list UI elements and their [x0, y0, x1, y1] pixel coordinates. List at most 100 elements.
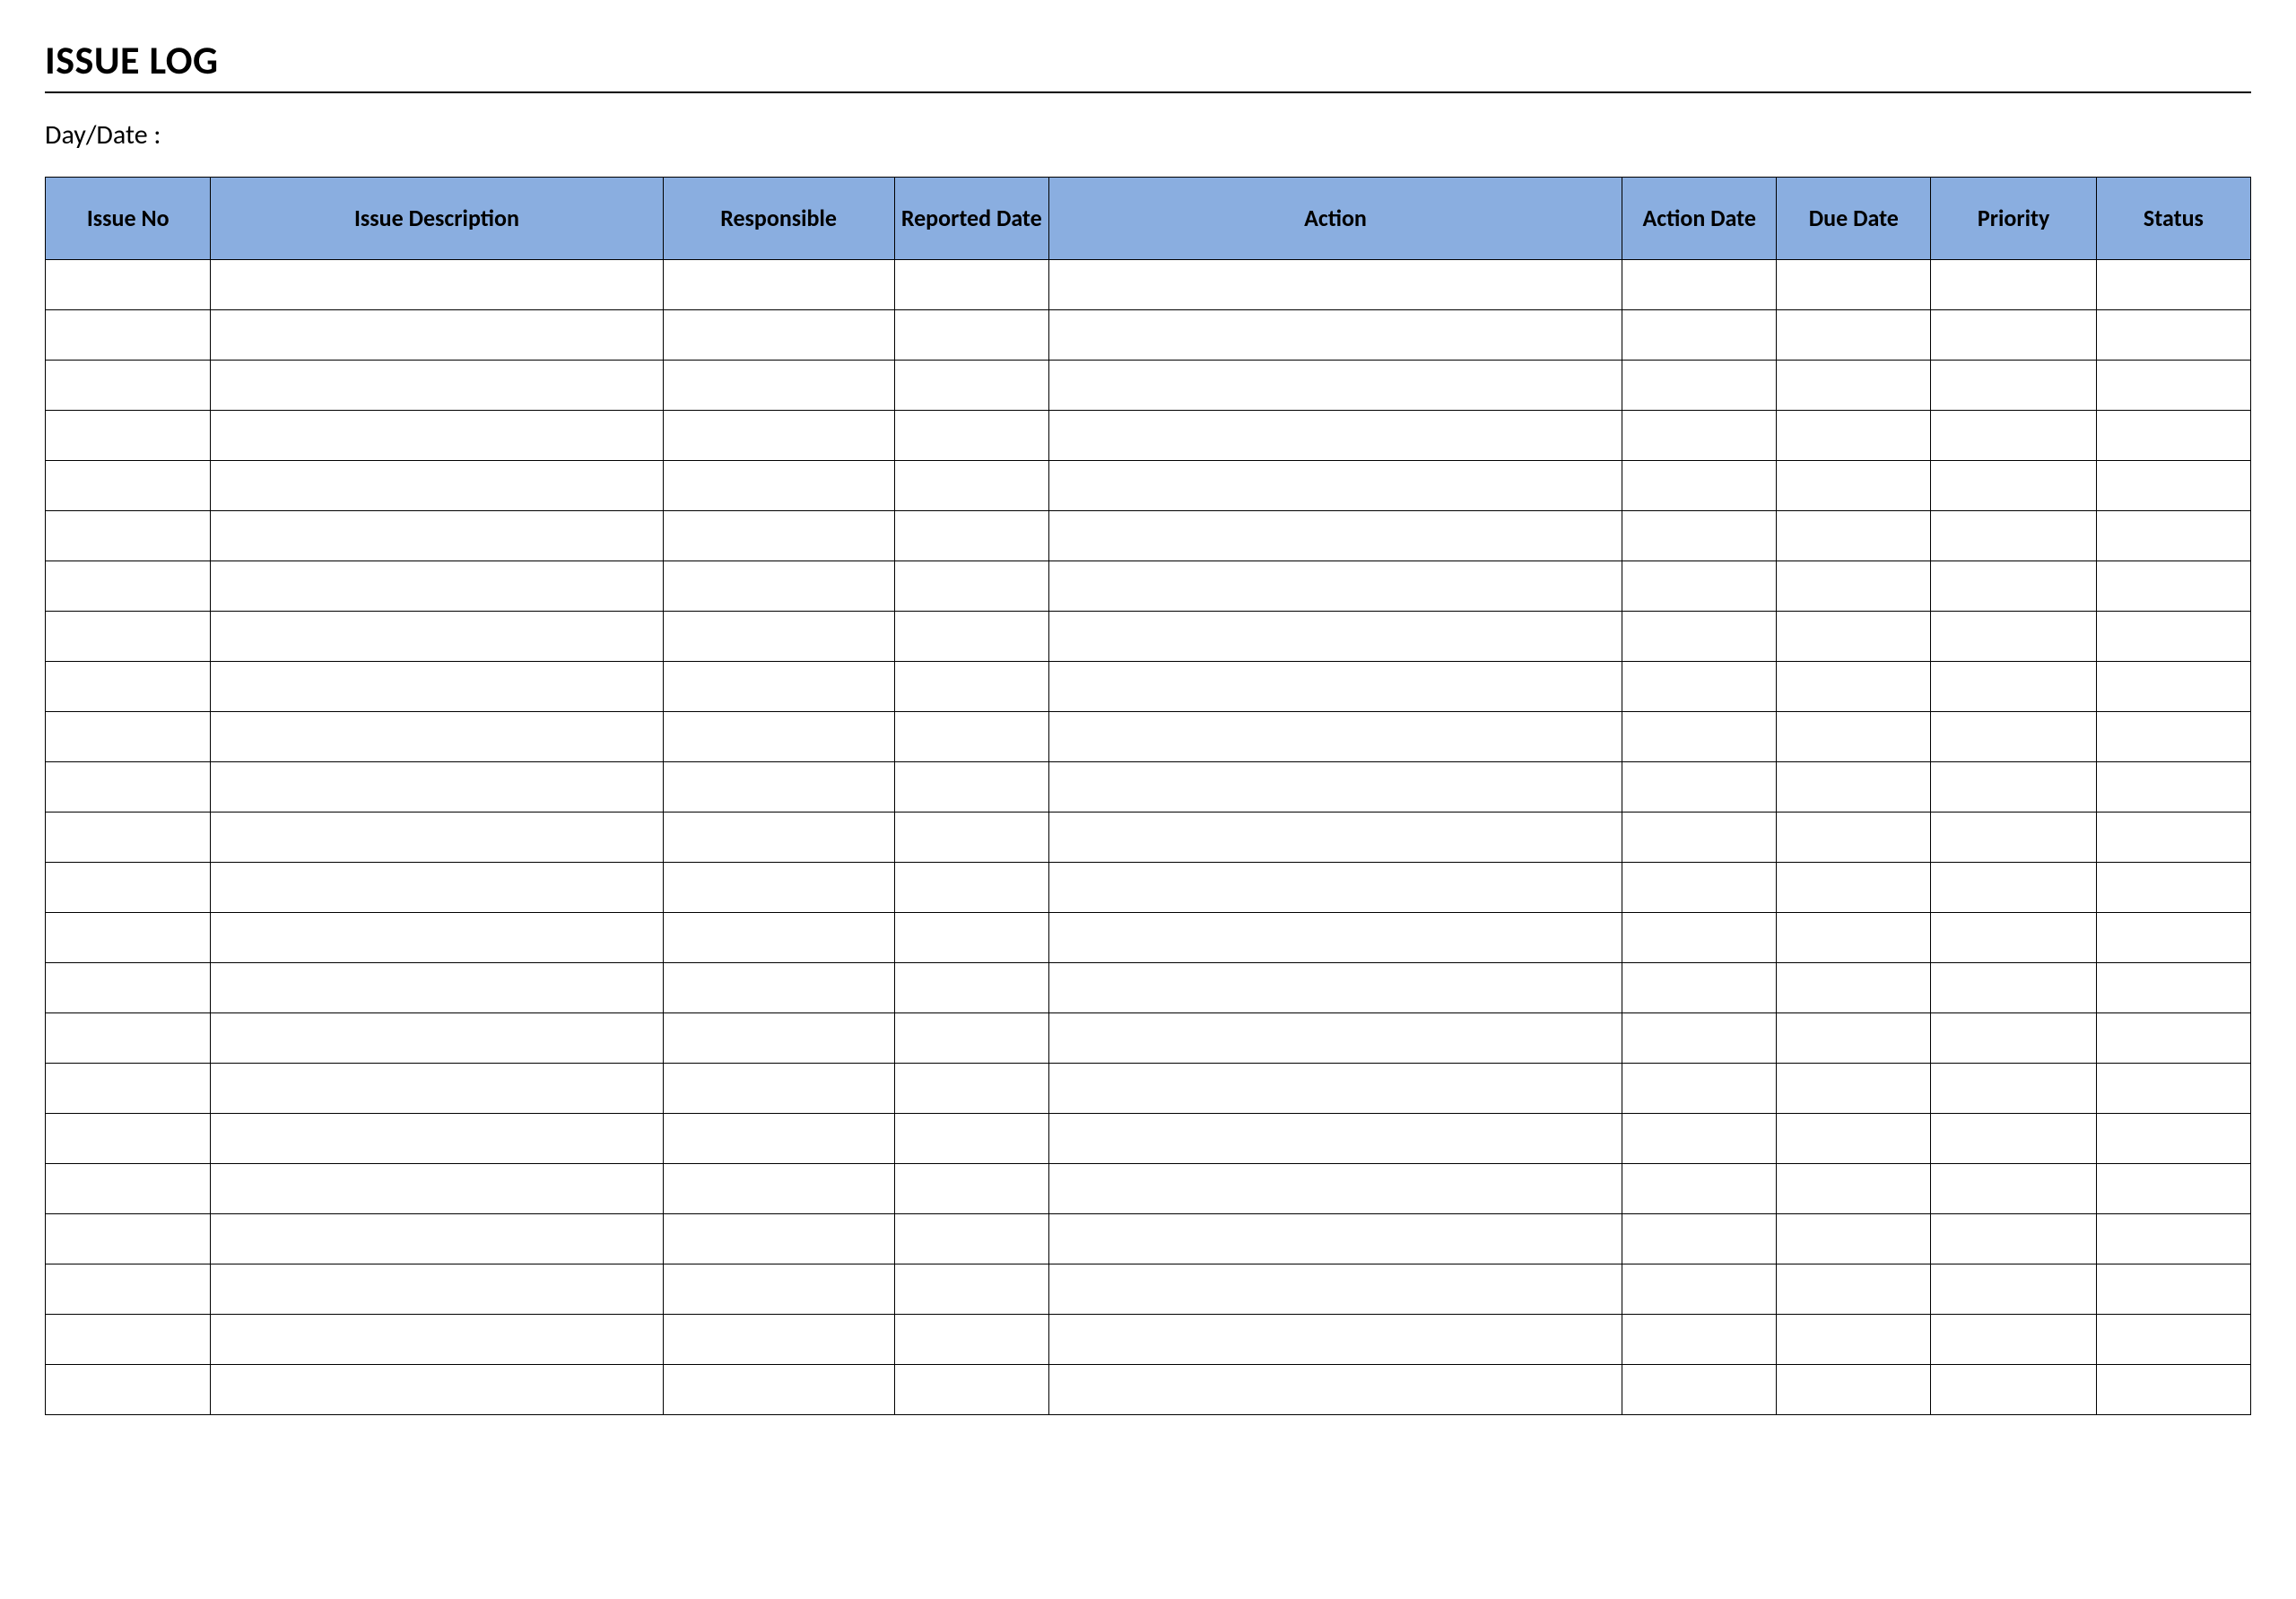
cell-priority[interactable]	[1931, 863, 2096, 913]
cell-priority[interactable]	[1931, 1365, 2096, 1415]
cell-issue_desc[interactable]	[211, 712, 663, 762]
cell-reported[interactable]	[894, 361, 1048, 411]
cell-action[interactable]	[1048, 1114, 1622, 1164]
cell-reported[interactable]	[894, 612, 1048, 662]
cell-status[interactable]	[2096, 1064, 2250, 1114]
cell-priority[interactable]	[1931, 662, 2096, 712]
cell-status[interactable]	[2096, 260, 2250, 310]
cell-action_date[interactable]	[1622, 411, 1777, 461]
cell-reported[interactable]	[894, 813, 1048, 863]
cell-responsible[interactable]	[663, 561, 894, 612]
cell-status[interactable]	[2096, 963, 2250, 1013]
cell-reported[interactable]	[894, 1315, 1048, 1365]
cell-responsible[interactable]	[663, 712, 894, 762]
cell-responsible[interactable]	[663, 361, 894, 411]
cell-action_date[interactable]	[1622, 1013, 1777, 1064]
cell-action[interactable]	[1048, 963, 1622, 1013]
cell-reported[interactable]	[894, 411, 1048, 461]
cell-priority[interactable]	[1931, 361, 2096, 411]
cell-due_date[interactable]	[1777, 712, 1931, 762]
cell-priority[interactable]	[1931, 612, 2096, 662]
cell-issue_desc[interactable]	[211, 260, 663, 310]
cell-reported[interactable]	[894, 1013, 1048, 1064]
cell-reported[interactable]	[894, 662, 1048, 712]
cell-issue_no[interactable]	[46, 411, 211, 461]
cell-priority[interactable]	[1931, 1013, 2096, 1064]
cell-reported[interactable]	[894, 1365, 1048, 1415]
cell-status[interactable]	[2096, 511, 2250, 561]
cell-responsible[interactable]	[663, 1315, 894, 1365]
cell-priority[interactable]	[1931, 1315, 2096, 1365]
cell-issue_desc[interactable]	[211, 762, 663, 813]
cell-action_date[interactable]	[1622, 1214, 1777, 1264]
cell-due_date[interactable]	[1777, 1013, 1931, 1064]
cell-action_date[interactable]	[1622, 1114, 1777, 1164]
cell-due_date[interactable]	[1777, 1365, 1931, 1415]
cell-status[interactable]	[2096, 1214, 2250, 1264]
cell-action[interactable]	[1048, 863, 1622, 913]
cell-action_date[interactable]	[1622, 612, 1777, 662]
cell-issue_no[interactable]	[46, 863, 211, 913]
cell-issue_desc[interactable]	[211, 1214, 663, 1264]
cell-status[interactable]	[2096, 662, 2250, 712]
cell-priority[interactable]	[1931, 310, 2096, 361]
cell-reported[interactable]	[894, 511, 1048, 561]
cell-responsible[interactable]	[663, 1164, 894, 1214]
cell-issue_no[interactable]	[46, 561, 211, 612]
cell-reported[interactable]	[894, 712, 1048, 762]
cell-action[interactable]	[1048, 260, 1622, 310]
cell-responsible[interactable]	[663, 411, 894, 461]
cell-due_date[interactable]	[1777, 461, 1931, 511]
cell-issue_no[interactable]	[46, 1214, 211, 1264]
cell-priority[interactable]	[1931, 260, 2096, 310]
cell-issue_desc[interactable]	[211, 863, 663, 913]
cell-due_date[interactable]	[1777, 863, 1931, 913]
cell-responsible[interactable]	[663, 1114, 894, 1164]
cell-status[interactable]	[2096, 461, 2250, 511]
cell-action[interactable]	[1048, 813, 1622, 863]
cell-responsible[interactable]	[663, 963, 894, 1013]
cell-priority[interactable]	[1931, 461, 2096, 511]
cell-reported[interactable]	[894, 1164, 1048, 1214]
cell-responsible[interactable]	[663, 662, 894, 712]
cell-issue_desc[interactable]	[211, 1264, 663, 1315]
cell-action_date[interactable]	[1622, 260, 1777, 310]
cell-responsible[interactable]	[663, 813, 894, 863]
cell-action_date[interactable]	[1622, 1315, 1777, 1365]
cell-issue_no[interactable]	[46, 1264, 211, 1315]
cell-reported[interactable]	[894, 863, 1048, 913]
cell-action[interactable]	[1048, 411, 1622, 461]
cell-responsible[interactable]	[663, 461, 894, 511]
cell-issue_no[interactable]	[46, 260, 211, 310]
cell-reported[interactable]	[894, 1064, 1048, 1114]
cell-responsible[interactable]	[663, 1013, 894, 1064]
cell-due_date[interactable]	[1777, 361, 1931, 411]
cell-reported[interactable]	[894, 762, 1048, 813]
cell-status[interactable]	[2096, 411, 2250, 461]
cell-issue_desc[interactable]	[211, 411, 663, 461]
cell-action_date[interactable]	[1622, 361, 1777, 411]
cell-due_date[interactable]	[1777, 612, 1931, 662]
cell-action[interactable]	[1048, 1064, 1622, 1114]
cell-issue_desc[interactable]	[211, 963, 663, 1013]
cell-issue_no[interactable]	[46, 712, 211, 762]
cell-responsible[interactable]	[663, 1264, 894, 1315]
cell-issue_desc[interactable]	[211, 913, 663, 963]
cell-action[interactable]	[1048, 662, 1622, 712]
cell-status[interactable]	[2096, 1264, 2250, 1315]
cell-responsible[interactable]	[663, 863, 894, 913]
cell-status[interactable]	[2096, 561, 2250, 612]
cell-responsible[interactable]	[663, 260, 894, 310]
cell-issue_desc[interactable]	[211, 662, 663, 712]
cell-issue_desc[interactable]	[211, 511, 663, 561]
cell-due_date[interactable]	[1777, 762, 1931, 813]
cell-issue_desc[interactable]	[211, 1114, 663, 1164]
cell-issue_desc[interactable]	[211, 612, 663, 662]
cell-issue_desc[interactable]	[211, 1365, 663, 1415]
cell-action_date[interactable]	[1622, 561, 1777, 612]
cell-reported[interactable]	[894, 461, 1048, 511]
cell-action[interactable]	[1048, 1214, 1622, 1264]
cell-priority[interactable]	[1931, 1164, 2096, 1214]
cell-due_date[interactable]	[1777, 1114, 1931, 1164]
cell-action[interactable]	[1048, 1365, 1622, 1415]
